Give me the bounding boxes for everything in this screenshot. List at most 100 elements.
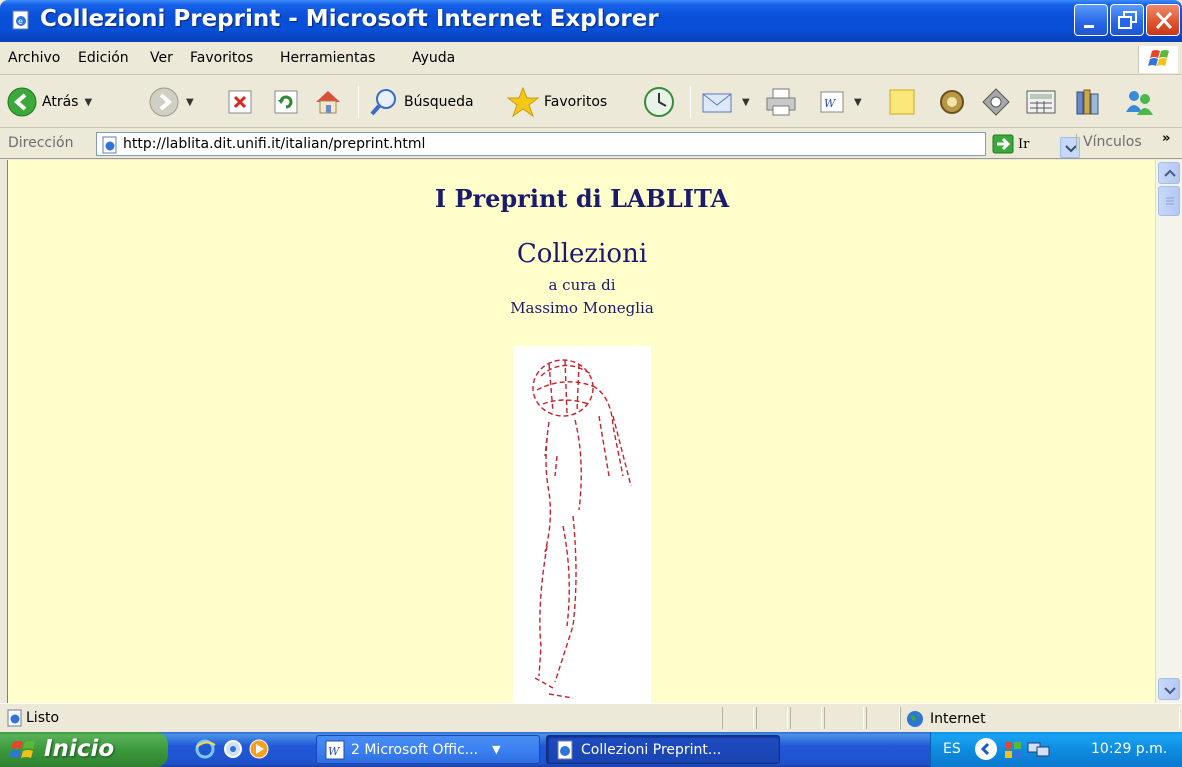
go-button[interactable]: Ir [992,134,1029,154]
links-chevron-icon[interactable]: » [1162,131,1170,146]
vertical-scrollbar[interactable] [1155,160,1182,703]
stop-icon [228,90,252,114]
language-indicator[interactable]: ES [943,741,961,757]
calculator-button[interactable] [1024,84,1058,120]
tray-app-icon[interactable] [1003,740,1023,760]
start-label: Inicio [44,736,115,762]
zone-label: Internet [930,711,986,727]
mail-icon [702,93,732,113]
back-icon [7,87,37,117]
task-microsoft-office[interactable]: W 2 Microsoft Offic... ▼ [316,735,540,764]
links-label[interactable]: Vínculos [1076,134,1142,150]
maximize-button[interactable] [1110,4,1144,36]
library-button[interactable] [1072,84,1104,120]
standard-toolbar: Atrás ▼ ▼ Búsqueda Favoritos ▼ W ▼ [0,76,1182,128]
mail-button[interactable]: ▼ [700,84,750,120]
contacts-button[interactable] [1122,84,1156,120]
messenger-button[interactable] [936,84,968,120]
address-url: http://lablita.dit.unifi.it/italian/prep… [123,136,426,152]
word-edit-icon: W [820,91,844,113]
home-button[interactable] [312,84,344,120]
books-icon [1076,89,1099,115]
scroll-up-button[interactable] [1158,162,1180,184]
task-label: Collezioni Preprint... [581,741,722,758]
favorites-button[interactable]: Favoritos [506,84,607,120]
back-label: Atrás [42,94,79,110]
network-icon[interactable] [1027,740,1051,760]
target-icon [982,88,1010,116]
go-label: Ir [1018,136,1030,152]
address-bar: Dirección http://lablita.dit.unifi.it/it… [0,129,1182,159]
history-button[interactable] [642,84,676,120]
tray-expand-button[interactable] [975,738,997,760]
menu-herramientas[interactable]: Herramientas [280,50,375,66]
calculator-icon [1026,90,1056,114]
window-title: Collezioni Preprint - Microsoft Internet… [40,6,659,32]
task-collezioni-preprint[interactable]: Collezioni Preprint... [546,735,780,764]
quicklaunch-ie-settings-icon[interactable] [222,738,244,760]
home-icon [316,91,340,114]
ie-icon [557,740,573,759]
refresh-button[interactable] [272,84,300,120]
taskbar: Inicio W 2 Microsoft Offic... ▼ Collezio… [0,732,1182,767]
note-icon [889,89,915,115]
task-label: 2 Microsoft Offic... [351,741,479,758]
close-button[interactable] [1146,4,1180,36]
page-subheading: Collezioni [516,239,648,269]
address-input[interactable]: http://lablita.dit.unifi.it/italian/prep… [96,132,1080,158]
search-icon [370,89,396,116]
windows-flag-icon [10,741,35,758]
task-group-dropdown-icon: ▼ [492,743,501,756]
menu-ver[interactable]: Ver [150,50,173,66]
quicklaunch-ie-icon[interactable] [194,738,216,760]
word-icon: W [325,740,345,759]
scroll-down-button[interactable] [1158,678,1180,700]
curated-by-text: a cura di [548,276,616,294]
menu-archivo[interactable]: Archivo [8,50,60,66]
menu-ayuda[interactable]: Ayuda [412,50,455,66]
address-label: Dirección [8,135,74,151]
forward-dropdown-icon[interactable]: ▼ [186,97,194,108]
research-button[interactable] [980,84,1012,120]
menu-edicion[interactable]: Edición [78,50,129,66]
edit-word-button[interactable]: W ▼ [818,84,862,120]
page-heading: I Preprint di LABLITA [434,184,730,213]
history-icon [644,87,674,117]
edit-dropdown-icon[interactable]: ▼ [854,97,862,108]
scroll-thumb[interactable] [1158,186,1180,216]
ie-page-icon [7,709,22,727]
search-label: Búsqueda [404,94,474,110]
title-bar[interactable]: e Collezioni Preprint - Microsoft Intern… [0,0,1182,42]
go-arrow-icon [992,134,1014,154]
menu-favoritos[interactable]: Favoritos [190,50,253,66]
windows-logo-icon [1138,46,1178,73]
print-button[interactable] [764,84,798,120]
status-bar: Listo Internet [0,703,1182,732]
favorites-label: Favoritos [544,94,608,110]
clock[interactable]: 10:29 p.m. [1091,741,1167,757]
ie-page-icon: e [12,10,29,30]
notes-button[interactable] [886,84,918,120]
ie-page-icon [102,136,117,154]
editor-name: Massimo Moneglia [510,299,654,317]
svg-text:e: e [18,17,23,26]
back-button[interactable]: Atrás ▼ [6,84,92,120]
minimize-button[interactable] [1074,4,1108,36]
security-zone[interactable]: Internet [906,710,986,728]
back-dropdown-icon[interactable]: ▼ [84,97,92,108]
page-content: I Preprint di LABLITA Collezioni a cura … [7,160,1155,703]
status-text: Listo [26,710,60,726]
stop-button[interactable] [226,84,254,120]
forward-icon [149,87,179,117]
start-button[interactable]: Inicio [0,732,168,767]
forward-button[interactable]: ▼ [148,84,194,120]
refresh-icon [274,90,298,114]
gear-icon [940,90,964,114]
mail-dropdown-icon[interactable]: ▼ [742,97,750,108]
print-icon [766,88,796,116]
quicklaunch-media-player-icon[interactable] [248,738,270,760]
menu-bar: Archivo Edición Ver Favoritos Herramient… [0,42,1182,75]
favorites-star-icon [506,86,540,118]
search-button[interactable]: Búsqueda [368,84,474,120]
system-tray: ES 10:29 p.m. [930,732,1182,767]
